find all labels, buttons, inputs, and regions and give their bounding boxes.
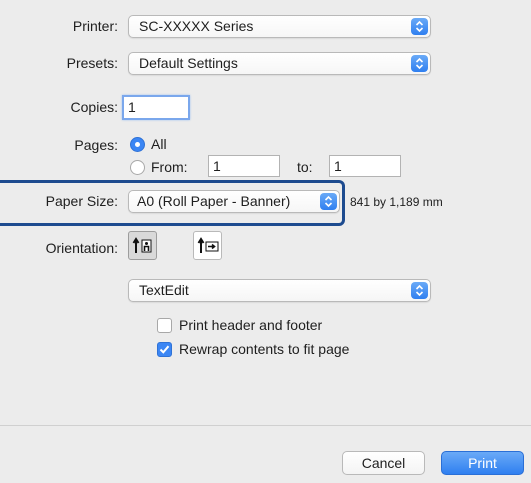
cancel-button[interactable]: Cancel (342, 451, 425, 475)
rewrap-contents-checkbox[interactable] (157, 342, 172, 357)
landscape-orientation-icon (197, 237, 219, 253)
up-down-chevron-icon (411, 18, 428, 35)
pages-all-label: All (151, 136, 167, 152)
copies-label: Copies: (70, 99, 118, 115)
presets-value: Default Settings (139, 55, 238, 71)
checkmark-icon (159, 345, 170, 354)
paper-size-dimensions: 841 by 1,189 mm (350, 195, 443, 209)
pages-label: Pages: (74, 137, 118, 153)
copies-input[interactable]: 1 (122, 95, 190, 120)
paper-size-label: Paper Size: (45, 193, 118, 209)
pages-from-input[interactable]: 1 (208, 155, 280, 177)
orientation-label: Orientation: (45, 240, 118, 256)
paper-size-popup[interactable]: A0 (Roll Paper - Banner) (128, 190, 340, 213)
up-down-chevron-icon (411, 282, 428, 299)
up-down-chevron-icon (411, 55, 428, 72)
paper-size-value: A0 (Roll Paper - Banner) (137, 193, 291, 209)
up-down-chevron-icon (320, 193, 337, 210)
separator (0, 425, 531, 426)
print-header-footer-checkbox[interactable] (157, 318, 172, 333)
app-options-popup[interactable]: TextEdit (128, 279, 431, 302)
pages-all-radio[interactable] (130, 137, 145, 152)
pages-to-input[interactable]: 1 (329, 155, 401, 177)
printer-popup[interactable]: SC-XXXXX Series (128, 15, 431, 38)
app-options-value: TextEdit (139, 282, 189, 298)
presets-label: Presets: (66, 55, 118, 71)
portrait-orientation-button[interactable] (128, 231, 157, 260)
pages-from-label: From: (151, 159, 188, 175)
landscape-orientation-button[interactable] (193, 231, 222, 260)
pages-from-radio[interactable] (130, 160, 145, 175)
print-button[interactable]: Print (441, 451, 524, 475)
pages-to-label: to: (297, 159, 313, 175)
printer-label: Printer: (72, 18, 118, 34)
presets-popup[interactable]: Default Settings (128, 52, 431, 75)
printer-value: SC-XXXXX Series (139, 18, 254, 34)
rewrap-contents-label: Rewrap contents to fit page (179, 341, 350, 357)
print-header-footer-label: Print header and footer (179, 317, 323, 333)
portrait-orientation-icon (132, 237, 152, 253)
